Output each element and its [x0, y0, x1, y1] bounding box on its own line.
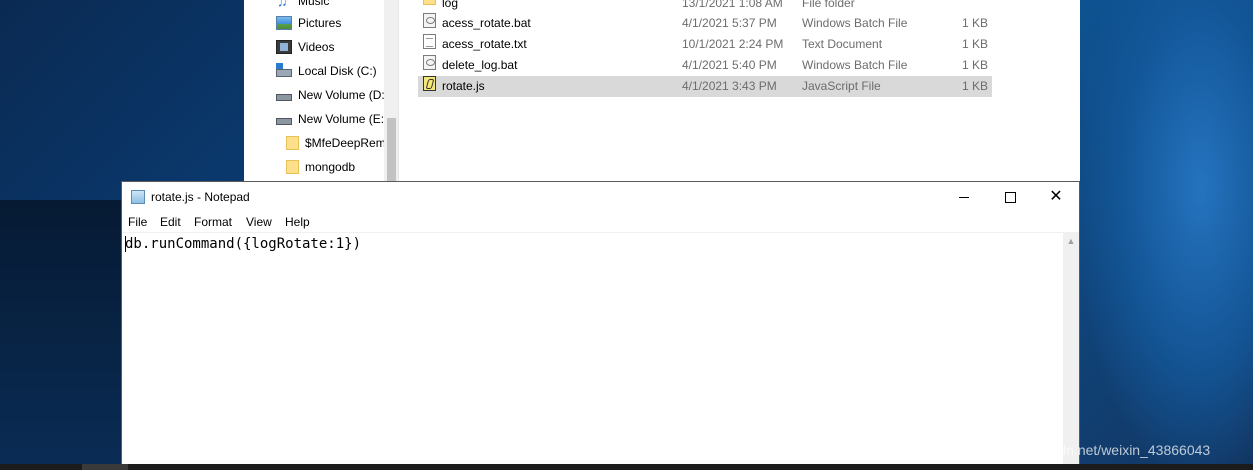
- minimize-button[interactable]: [941, 182, 987, 212]
- js-file-icon: [423, 76, 436, 91]
- file-type: Text Document: [802, 37, 883, 51]
- file-row[interactable]: delete_log.bat 4/1/2021 5:40 PM Windows …: [418, 55, 992, 76]
- nav-item-label: Videos: [298, 40, 335, 54]
- folder-icon: [286, 160, 299, 174]
- maximize-icon: [1004, 191, 1016, 203]
- editor-content: db.runCommand({logRotate:1}): [125, 236, 362, 252]
- drive-icon: [276, 117, 292, 125]
- menu-help[interactable]: Help: [285, 212, 310, 232]
- local-disk-icon: [276, 63, 292, 77]
- file-row-selected[interactable]: rotate.js 4/1/2021 3:43 PM JavaScript Fi…: [418, 76, 992, 97]
- close-button[interactable]: ✕: [1033, 182, 1079, 212]
- drive-icon: [276, 93, 292, 101]
- nav-item-label: New Volume (E:): [298, 112, 389, 126]
- nav-item-new-volume-d[interactable]: New Volume (D:: [276, 84, 385, 106]
- desktop-wallpaper-shadow: [0, 200, 121, 470]
- menu-format[interactable]: Format: [194, 212, 232, 232]
- notepad-icon: [131, 190, 145, 204]
- file-name: delete_log.bat: [442, 58, 518, 72]
- file-size: 1 KB: [961, 58, 988, 72]
- minimize-icon: [959, 196, 969, 198]
- file-date: 4/1/2021 5:40 PM: [682, 58, 777, 72]
- taskbar-button[interactable]: [82, 464, 128, 470]
- file-size: 1 KB: [961, 16, 988, 30]
- nav-item-label: Music: [298, 0, 330, 8]
- file-type: Windows Batch File: [802, 16, 908, 30]
- vertical-scrollbar[interactable]: ▲: [1063, 232, 1079, 469]
- navigation-pane: Music Pictures Videos Local Disk (C:) Ne…: [244, 0, 399, 182]
- file-row[interactable]: log 13/1/2021 1:08 AM File folder: [418, 0, 992, 14]
- nav-item-label: mongodb: [305, 160, 356, 174]
- notepad-window: rotate.js - Notepad ✕ File Edit Format V…: [121, 181, 1080, 470]
- file-date: 10/1/2021 2:24 PM: [682, 37, 784, 51]
- pictures-icon: [276, 16, 292, 30]
- file-name: rotate.js: [442, 79, 485, 93]
- nav-item-label: Pictures: [298, 16, 342, 30]
- file-row[interactable]: acess_rotate.bat 4/1/2021 5:37 PM Window…: [418, 13, 992, 34]
- nav-item-music[interactable]: Music: [276, 0, 329, 12]
- menu-file[interactable]: File: [128, 212, 147, 232]
- file-type: Windows Batch File: [802, 58, 908, 72]
- file-list: log 13/1/2021 1:08 AM File folder acess_…: [418, 0, 998, 182]
- desktop-wallpaper: [1080, 0, 1253, 470]
- folder-icon: [286, 136, 299, 150]
- text-editor-area[interactable]: db.runCommand({logRotate:1}): [122, 232, 1063, 470]
- batch-file-icon: [423, 13, 436, 28]
- scroll-up-arrow-icon[interactable]: ▲: [1063, 234, 1079, 248]
- text-file-icon: [423, 34, 436, 49]
- file-explorer-window: Music Pictures Videos Local Disk (C:) Ne…: [244, 0, 1080, 182]
- menu-view[interactable]: View: [246, 212, 272, 232]
- nav-item-new-volume-e[interactable]: New Volume (E:): [276, 108, 388, 130]
- title-bar[interactable]: rotate.js - Notepad ✕: [122, 182, 1079, 212]
- videos-icon: [276, 40, 292, 54]
- nav-item-local-disk-c[interactable]: Local Disk (C:): [276, 60, 377, 82]
- nav-item-label: Local Disk (C:): [298, 64, 377, 78]
- music-icon: [276, 0, 292, 12]
- window-title: rotate.js - Notepad: [151, 190, 250, 204]
- file-size: 1 KB: [961, 37, 988, 51]
- nav-item-mongodb[interactable]: mongodb: [286, 156, 355, 178]
- nav-item-videos[interactable]: Videos: [276, 36, 334, 58]
- close-icon: ✕: [1049, 188, 1063, 205]
- nav-item-mfedeeprem[interactable]: $MfeDeepRem: [286, 132, 386, 154]
- file-date: 4/1/2021 5:37 PM: [682, 16, 777, 30]
- file-name: acess_rotate.txt: [442, 37, 527, 51]
- nav-scrollbar-thumb[interactable]: [387, 118, 396, 182]
- file-size: 1 KB: [961, 79, 988, 93]
- menu-bar: File Edit Format View Help: [122, 212, 1079, 232]
- nav-item-pictures[interactable]: Pictures: [276, 12, 341, 34]
- file-row[interactable]: acess_rotate.txt 10/1/2021 2:24 PM Text …: [418, 34, 992, 55]
- taskbar: [0, 464, 1253, 470]
- nav-item-label: $MfeDeepRem: [305, 136, 386, 150]
- file-name: log: [442, 0, 459, 10]
- file-type: File folder: [802, 0, 855, 10]
- nav-item-label: New Volume (D:: [298, 88, 385, 102]
- menu-edit[interactable]: Edit: [160, 212, 181, 232]
- file-name: acess_rotate.bat: [442, 16, 531, 30]
- file-type: JavaScript File: [802, 79, 881, 93]
- file-date: 4/1/2021 3:43 PM: [682, 79, 777, 93]
- batch-file-icon: [423, 55, 436, 70]
- file-date: 13/1/2021 1:08 AM: [682, 0, 783, 10]
- maximize-button[interactable]: [987, 182, 1033, 212]
- watermark-text: https://blog.csdn.net/weixin_43866043: [972, 442, 1211, 458]
- folder-icon: [423, 0, 436, 5]
